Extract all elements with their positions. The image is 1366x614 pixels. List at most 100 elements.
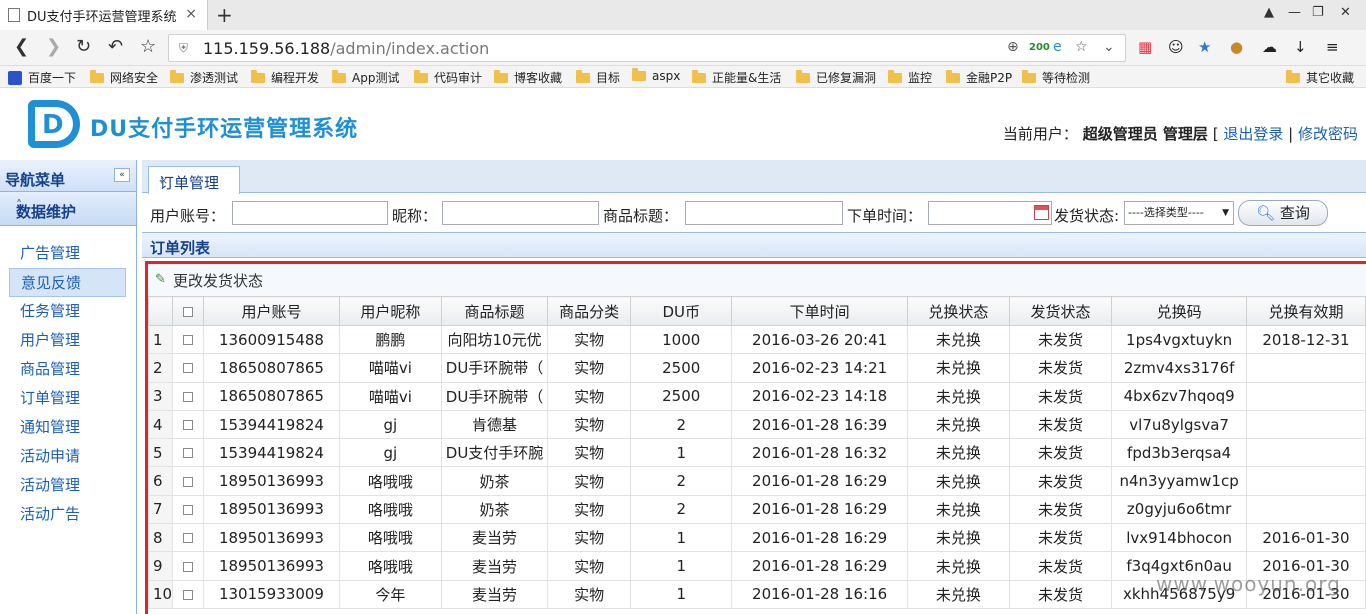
table-row[interactable]: 4 15394419824 gj 肯德基 实物 2 2016-01-28 16:39 未兑换未…	[148, 409, 1366, 440]
table-row[interactable]: 7 18950136993 咯哦哦 奶茶 实物 2 2016-01-28 16:29 未兑换未…	[148, 494, 1366, 525]
close-window-icon[interactable]: ✕	[1340, 5, 1351, 20]
ship-status-select[interactable]: ----选择类型---- ▼	[1124, 201, 1234, 225]
bookmark-item[interactable]: 正能量&生活	[692, 69, 781, 86]
bookmark-item[interactable]: 监控	[888, 69, 932, 86]
minimize-icon[interactable]: —	[1288, 5, 1301, 20]
row-select-cell[interactable]	[172, 409, 205, 440]
table-row[interactable]: 6 18950136993 咯哦哦 奶茶 实物 2 2016-01-28 16:29 未兑换未…	[148, 466, 1366, 496]
row-select-cell[interactable]	[172, 579, 205, 609]
pin-icon[interactable]: ▲	[1264, 5, 1274, 20]
row-checkbox[interactable]	[183, 363, 194, 374]
row-checkbox[interactable]	[183, 476, 194, 487]
row-checkbox[interactable]	[183, 391, 194, 402]
sidebar-item-ads[interactable]: 广告管理	[0, 239, 136, 268]
table-row[interactable]: 3 18650807865 喵喵vi DU手环腕带（ 实物 2500 2016-02-23 …	[148, 381, 1366, 411]
column-header[interactable]: 发货状态	[1008, 296, 1113, 326]
favorite-icon[interactable]: ☆	[1075, 39, 1088, 55]
logout-link[interactable]: 退出登录	[1223, 125, 1283, 143]
cloud-icon[interactable]: ☁	[1262, 38, 1277, 56]
reload-icon[interactable]: ↻	[76, 36, 91, 57]
back-icon[interactable]: ❮	[14, 36, 29, 57]
row-checkbox[interactable]	[183, 420, 194, 431]
column-header[interactable]: 兑换码	[1111, 296, 1247, 326]
select-all-header[interactable]	[172, 296, 205, 326]
column-header[interactable]: DU币	[630, 296, 733, 326]
bookmark-item[interactable]: 博客收藏	[494, 69, 562, 86]
url-text[interactable]: 115.159.56.188/admin/index.action	[203, 39, 489, 58]
tab-order-management[interactable]: 订单管理 ×	[148, 166, 240, 194]
sidebar-item-notices[interactable]: 通知管理	[0, 413, 136, 442]
other-bookmarks[interactable]: 其它收藏	[1286, 69, 1354, 86]
query-button[interactable]: 🔍︎ 查询	[1238, 200, 1328, 226]
row-checkbox[interactable]	[183, 589, 194, 600]
download-icon[interactable]: ↓	[1294, 38, 1307, 56]
row-select-cell[interactable]	[172, 466, 205, 496]
collapse-sidebar-icon[interactable]: «	[114, 168, 130, 182]
tab-close-icon[interactable]: ×	[185, 6, 197, 22]
calendar-icon[interactable]	[1034, 205, 1049, 220]
sidebar-item-products[interactable]: 商品管理	[0, 355, 136, 384]
zoom-icon[interactable]: ⊕	[1007, 39, 1019, 55]
column-header[interactable]: 用户账号	[203, 296, 340, 326]
table-row[interactable]: 1 13600915488 鹏鹏 向阳坊10元优 实物 1000 2016-03-26 20…	[148, 324, 1366, 355]
qq-icon[interactable]: ☺	[1168, 38, 1184, 56]
bookmark-item[interactable]: 金融P2P	[946, 69, 1012, 86]
sidebar-item-feedback[interactable]: 意见反馈	[9, 268, 126, 297]
undo-icon[interactable]: ↶	[108, 36, 123, 57]
table-row[interactable]: 5 15394419824 gj DU支付手环腕 实物 1 2016-01-28 16:32…	[148, 438, 1366, 468]
chevron-up-icon[interactable]: ˄	[16, 198, 128, 212]
row-select-cell[interactable]	[172, 523, 205, 553]
bookmark-item[interactable]: 等待检测	[1022, 69, 1090, 86]
row-checkbox[interactable]	[183, 561, 194, 572]
bookmark-item[interactable]: 网络安全	[90, 69, 158, 86]
column-header[interactable]: 兑换有效期	[1245, 296, 1366, 326]
table-row[interactable]: 8 18950136993 咯哦哦 麦当劳 实物 1 2016-01-28 16:29 未兑换…	[148, 523, 1366, 553]
maximize-icon[interactable]: ❐	[1312, 5, 1324, 20]
bookmark-item[interactable]: 渗透测试	[170, 69, 238, 86]
apps-icon[interactable]: ▦	[1138, 38, 1152, 56]
nickname-input[interactable]	[442, 201, 599, 225]
bookmark-item[interactable]: 代码审计	[414, 69, 482, 86]
column-header[interactable]: 商品分类	[546, 296, 632, 326]
column-header[interactable]: 商品标题	[441, 296, 548, 326]
sidebar-item-users[interactable]: 用户管理	[0, 326, 136, 355]
table-row[interactable]: 2 18650807865 喵喵vi DU手环腕带（ 实物 2500 2016-02-23 …	[148, 353, 1366, 383]
bookmark-item[interactable]: aspx	[632, 68, 680, 83]
row-select-cell[interactable]	[172, 324, 205, 355]
bookmark-item[interactable]: 目标	[576, 69, 620, 86]
column-header[interactable]: 兑换状态	[906, 296, 1010, 326]
row-checkbox[interactable]	[183, 533, 194, 544]
ie-icon[interactable]: e	[1053, 39, 1062, 55]
row-select-cell[interactable]	[172, 551, 205, 581]
menu-icon[interactable]: ≡	[1326, 38, 1339, 56]
bookmark-item[interactable]: 编程开发	[251, 69, 319, 86]
sidebar-item-activity-apply[interactable]: 活动申请	[0, 442, 136, 471]
row-select-cell[interactable]	[172, 438, 205, 468]
sidebar-group-header[interactable]: 数据维护 ˄	[0, 192, 136, 226]
sidebar-item-activity-ads[interactable]: 活动广告	[0, 500, 136, 529]
star-icon[interactable]: ☆	[140, 36, 156, 57]
order-time-input[interactable]	[928, 201, 1052, 225]
row-select-cell[interactable]	[172, 353, 205, 383]
select-all-checkbox[interactable]	[183, 306, 194, 317]
tab-close-icon[interactable]: ×	[159, 174, 233, 187]
column-header[interactable]: 下单时间	[731, 296, 908, 326]
sidebar-item-activities[interactable]: 活动管理	[0, 471, 136, 500]
pencil-icon[interactable]: ✎	[155, 272, 166, 287]
bookmark-item[interactable]: App测试	[332, 69, 399, 86]
sidebar-item-orders[interactable]: 订单管理	[0, 384, 136, 413]
bookmark-item[interactable]: 已修复漏洞	[796, 69, 876, 86]
row-checkbox[interactable]	[183, 335, 194, 346]
product-title-input[interactable]	[685, 201, 843, 225]
address-bar[interactable]: ⛨ 115.159.56.188/admin/index.action ⊕ 20…	[168, 34, 1126, 62]
sidebar-item-tasks[interactable]: 任务管理	[0, 297, 136, 326]
column-header[interactable]: 用户昵称	[338, 296, 443, 326]
row-checkbox[interactable]	[183, 504, 194, 515]
forward-icon[interactable]: ❯	[46, 36, 61, 57]
account-input[interactable]	[232, 201, 388, 225]
browser-tab[interactable]: DU支付手环运营管理系统 ×	[0, 0, 208, 30]
new-tab-icon[interactable]: +	[216, 3, 233, 27]
row-select-cell[interactable]	[172, 494, 205, 525]
row-select-cell[interactable]	[172, 381, 205, 411]
bookmark-star-icon[interactable]: ★	[1198, 38, 1211, 56]
